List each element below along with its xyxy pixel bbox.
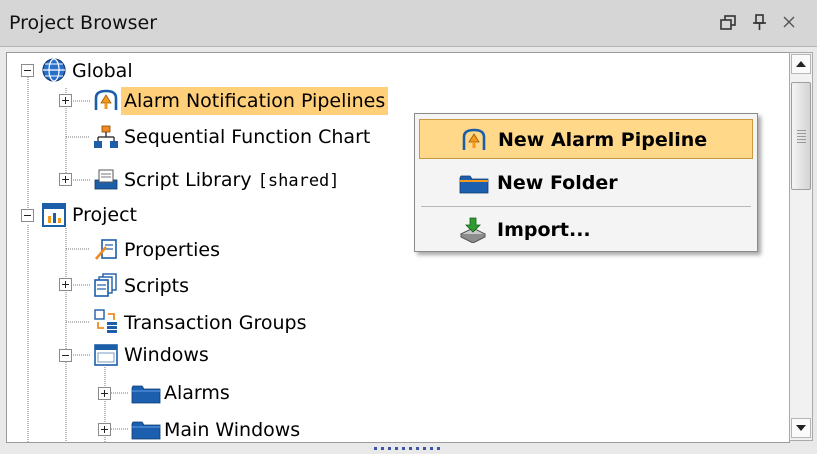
panel-titlebar: Project Browser [0, 0, 817, 47]
tree-item-alarm-pipelines[interactable]: Alarm Notification Pipelines [121, 87, 389, 115]
folder-icon [131, 380, 161, 406]
expander-global[interactable] [21, 64, 34, 77]
pin-icon[interactable] [747, 8, 773, 36]
tree-item-script-library[interactable]: Script Library [shared] [121, 166, 343, 195]
close-icon[interactable] [777, 8, 803, 36]
menu-label-new-folder: New Folder [497, 172, 618, 194]
alarm-pipeline-icon [93, 88, 119, 114]
splitter-grip[interactable] [374, 446, 444, 450]
expander-main-windows[interactable] [98, 423, 111, 436]
scroll-down-arrow[interactable] [791, 418, 811, 438]
restore-icon[interactable] [716, 8, 742, 36]
expander-scripts[interactable] [59, 278, 72, 291]
expander-alarm-pipelines[interactable] [59, 94, 72, 107]
expander-project[interactable] [21, 209, 34, 222]
scroll-up-arrow[interactable] [791, 54, 811, 74]
tree-item-scripts[interactable]: Scripts [121, 272, 192, 300]
tree-item-properties[interactable]: Properties [121, 236, 223, 264]
shared-suffix: [shared] [257, 171, 340, 191]
scroll-thumb[interactable] [791, 82, 811, 190]
globe-icon [41, 57, 67, 83]
properties-icon [93, 236, 119, 262]
folder-icon [459, 170, 489, 196]
import-icon [459, 217, 487, 244]
menu-separator [421, 206, 751, 207]
windows-icon [93, 342, 119, 368]
expander-script-library[interactable] [59, 173, 72, 186]
tree-item-global[interactable]: Global [69, 57, 136, 85]
menu-item-import[interactable]: Import... [419, 210, 753, 250]
transaction-groups-icon [93, 308, 119, 334]
tree-item-transaction-groups[interactable]: Transaction Groups [121, 309, 309, 337]
tree-item-sfc[interactable]: Sequential Function Chart [121, 123, 373, 151]
tree-item-alarms[interactable]: Alarms [161, 379, 233, 407]
menu-item-new-alarm-pipeline[interactable]: New Alarm Pipeline [419, 119, 753, 159]
tree-item-windows[interactable]: Windows [121, 341, 212, 369]
expander-alarms[interactable] [98, 387, 111, 400]
tree-item-project[interactable]: Project [69, 201, 140, 229]
script-library-label: Script Library [124, 169, 252, 191]
vertical-scrollbar[interactable] [789, 52, 813, 441]
expander-windows[interactable] [59, 349, 72, 362]
alarm-pipeline-icon [460, 127, 488, 153]
sfc-icon [93, 124, 119, 150]
panel-title: Project Browser [9, 12, 158, 34]
tree-item-main-windows[interactable]: Main Windows [161, 416, 303, 442]
project-icon [41, 202, 67, 228]
menu-item-new-folder[interactable]: New Folder [419, 163, 753, 203]
script-library-icon [93, 166, 119, 192]
menu-label-new-alarm-pipeline: New Alarm Pipeline [498, 129, 708, 151]
folder-icon [131, 416, 161, 442]
menu-label-import: Import... [497, 219, 591, 241]
context-menu: New Alarm Pipeline New Folder Import... [414, 113, 758, 252]
scripts-icon [93, 272, 119, 298]
